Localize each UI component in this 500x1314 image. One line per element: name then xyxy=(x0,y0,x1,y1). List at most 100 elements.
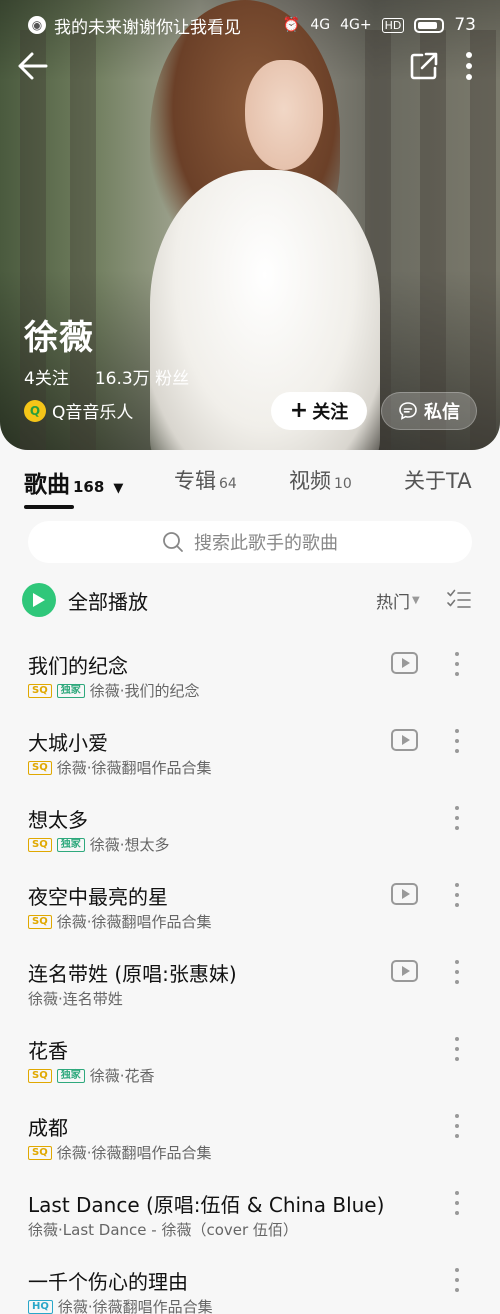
play-icon xyxy=(22,583,56,617)
message-button[interactable]: 私信 xyxy=(381,392,477,430)
song-title: 想太多 xyxy=(28,808,88,832)
status-bar: ◉ 我的未来谢谢你让我看见 ⏰ 4G 4G+ HD 73 xyxy=(0,0,500,50)
globe-icon: ◉ xyxy=(28,16,46,34)
chat-bubble-icon xyxy=(399,402,417,420)
song-title: Last Dance (原唱:伍佰 & China Blue) xyxy=(28,1193,385,1217)
share-icon[interactable] xyxy=(408,50,440,82)
tab-label: 视频 xyxy=(289,469,331,493)
song-subtitle: 徐薇·徐薇翻唱作品合集 xyxy=(56,759,212,777)
song-row[interactable]: 想太多 SQ 独家 徐薇·想太多 xyxy=(0,804,500,881)
more-vertical-icon[interactable] xyxy=(458,48,480,84)
search-icon xyxy=(163,532,183,552)
back-arrow-icon[interactable] xyxy=(14,50,50,82)
alarm-icon: ⏰ xyxy=(282,17,301,33)
signal-icon: 4G xyxy=(310,17,331,33)
musician-badge-label: Q音音乐人 xyxy=(52,403,134,423)
tab-count: 64 xyxy=(219,476,237,492)
song-search-input[interactable]: 搜索此歌手的歌曲 xyxy=(28,521,472,563)
song-subtitle-row: 徐薇·连名带姓 xyxy=(28,988,123,1009)
song-title: 成都 xyxy=(28,1116,68,1140)
musician-badge[interactable]: Q Q音音乐人 xyxy=(24,398,133,423)
artist-stats: 4关注 16.3万 粉丝 xyxy=(24,364,189,389)
tab-songs[interactable]: 歌曲 168 ▼ xyxy=(24,465,123,499)
song-row[interactable]: Last Dance (原唱:伍佰 & China Blue) 徐薇·Last D… xyxy=(0,1189,500,1266)
more-options-icon[interactable] xyxy=(452,1191,462,1215)
tab-count: 10 xyxy=(334,476,352,492)
quality-badge: SQ xyxy=(28,683,52,698)
mv-play-icon[interactable] xyxy=(391,729,418,751)
song-subtitle-row: SQ 独家 徐薇·我们的纪念 xyxy=(28,680,199,701)
more-options-icon[interactable] xyxy=(452,960,462,984)
song-subtitle-row: HQ 徐薇·徐薇翻唱作品合集 xyxy=(28,1296,213,1314)
song-title: 大城小爱 xyxy=(28,731,108,755)
song-subtitle-row: SQ 独家 徐薇·想太多 xyxy=(28,834,169,855)
quality-badge: HQ xyxy=(28,1299,53,1314)
notification-text: 我的未来谢谢你让我看见 xyxy=(54,17,241,38)
battery-icon xyxy=(414,17,445,33)
song-title: 一千个伤心的理由 xyxy=(28,1270,188,1294)
song-title: 夜空中最亮的星 xyxy=(28,885,168,909)
song-row[interactable]: 连名带姓 (原唱:张惠妹) 徐薇·连名带姓 xyxy=(0,958,500,1035)
play-all-label: 全部播放 xyxy=(68,589,148,614)
song-title: 连名带姓 (原唱:张惠妹) xyxy=(28,962,237,986)
quality-badge: SQ xyxy=(28,760,52,775)
fans-count[interactable]: 16.3万 粉丝 xyxy=(95,364,189,389)
tab-label: 专辑 xyxy=(174,469,216,493)
song-subtitle: 徐薇·连名带姓 xyxy=(28,990,123,1008)
sort-label: 热门 xyxy=(376,593,410,613)
song-subtitle: 徐薇·我们的纪念 xyxy=(89,682,200,700)
song-row[interactable]: 花香 SQ 独家 徐薇·花香 xyxy=(0,1035,500,1112)
battery-level: 73 xyxy=(454,15,476,35)
more-options-icon[interactable] xyxy=(452,652,462,676)
sort-dropdown[interactable]: 热门 ▼ xyxy=(376,588,420,613)
caret-down-icon: ▼ xyxy=(412,595,420,606)
search-placeholder: 搜索此歌手的歌曲 xyxy=(194,533,338,554)
song-row[interactable]: 大城小爱 SQ 徐薇·徐薇翻唱作品合集 xyxy=(0,727,500,804)
song-subtitle: 徐薇·Last Dance - 徐薇（cover 伍佰） xyxy=(28,1221,298,1239)
hd-icon: HD xyxy=(381,17,405,33)
song-title: 我们的纪念 xyxy=(28,654,128,678)
song-row[interactable]: 我们的纪念 SQ 独家 徐薇·我们的纪念 xyxy=(0,650,500,727)
message-label: 私信 xyxy=(424,402,460,423)
tab-count: 168 xyxy=(73,478,105,496)
song-row[interactable]: 夜空中最亮的星 SQ 徐薇·徐薇翻唱作品合集 xyxy=(0,881,500,958)
content-tabs: 歌曲 168 ▼ 专辑 64 视频 10 关于TA xyxy=(0,455,500,511)
more-options-icon[interactable] xyxy=(452,729,462,753)
following-count[interactable]: 4关注 xyxy=(24,364,69,389)
quality-badge: SQ xyxy=(28,1145,52,1160)
more-options-icon[interactable] xyxy=(452,1037,462,1061)
tab-albums[interactable]: 专辑 64 xyxy=(174,465,237,495)
more-options-icon[interactable] xyxy=(452,1114,462,1138)
tab-about[interactable]: 关于TA xyxy=(404,465,472,495)
song-subtitle-row: SQ 徐薇·徐薇翻唱作品合集 xyxy=(28,757,211,778)
song-subtitle: 徐薇·徐薇翻唱作品合集 xyxy=(56,913,212,931)
song-subtitle-row: 徐薇·Last Dance - 徐薇（cover 伍佰） xyxy=(28,1219,298,1240)
song-row[interactable]: 一千个伤心的理由 HQ 徐薇·徐薇翻唱作品合集 xyxy=(0,1266,500,1314)
more-options-icon[interactable] xyxy=(452,806,462,830)
mv-play-icon[interactable] xyxy=(391,883,418,905)
song-subtitle: 徐薇·花香 xyxy=(89,1067,155,1085)
mv-play-icon[interactable] xyxy=(391,652,418,674)
song-subtitle-row: SQ 徐薇·徐薇翻唱作品合集 xyxy=(28,911,211,932)
more-options-icon[interactable] xyxy=(452,883,462,907)
multi-select-icon[interactable] xyxy=(446,588,472,612)
play-all-button[interactable]: 全部播放 xyxy=(22,583,148,617)
song-subtitle-row: SQ 独家 徐薇·花香 xyxy=(28,1065,154,1086)
follow-label: 关注 xyxy=(312,402,349,423)
plus-icon: + xyxy=(289,398,309,423)
follow-button[interactable]: + 关注 xyxy=(271,392,367,430)
artist-name: 徐薇 xyxy=(24,318,94,358)
tab-label: 歌曲 xyxy=(24,472,70,498)
mv-play-icon[interactable] xyxy=(391,960,418,982)
more-options-icon[interactable] xyxy=(452,1268,462,1292)
active-tab-indicator xyxy=(24,505,74,509)
song-row[interactable]: 成都 SQ 徐薇·徐薇翻唱作品合集 xyxy=(0,1112,500,1189)
song-title: 花香 xyxy=(28,1039,68,1063)
song-subtitle: 徐薇·徐薇翻唱作品合集 xyxy=(57,1298,213,1314)
quality-badge: SQ xyxy=(28,837,52,852)
quality-badge: SQ xyxy=(28,914,52,929)
song-subtitle: 徐薇·徐薇翻唱作品合集 xyxy=(56,1144,212,1162)
q-music-icon: Q xyxy=(24,399,46,422)
tab-videos[interactable]: 视频 10 xyxy=(289,465,352,495)
song-subtitle: 徐薇·想太多 xyxy=(89,836,170,854)
